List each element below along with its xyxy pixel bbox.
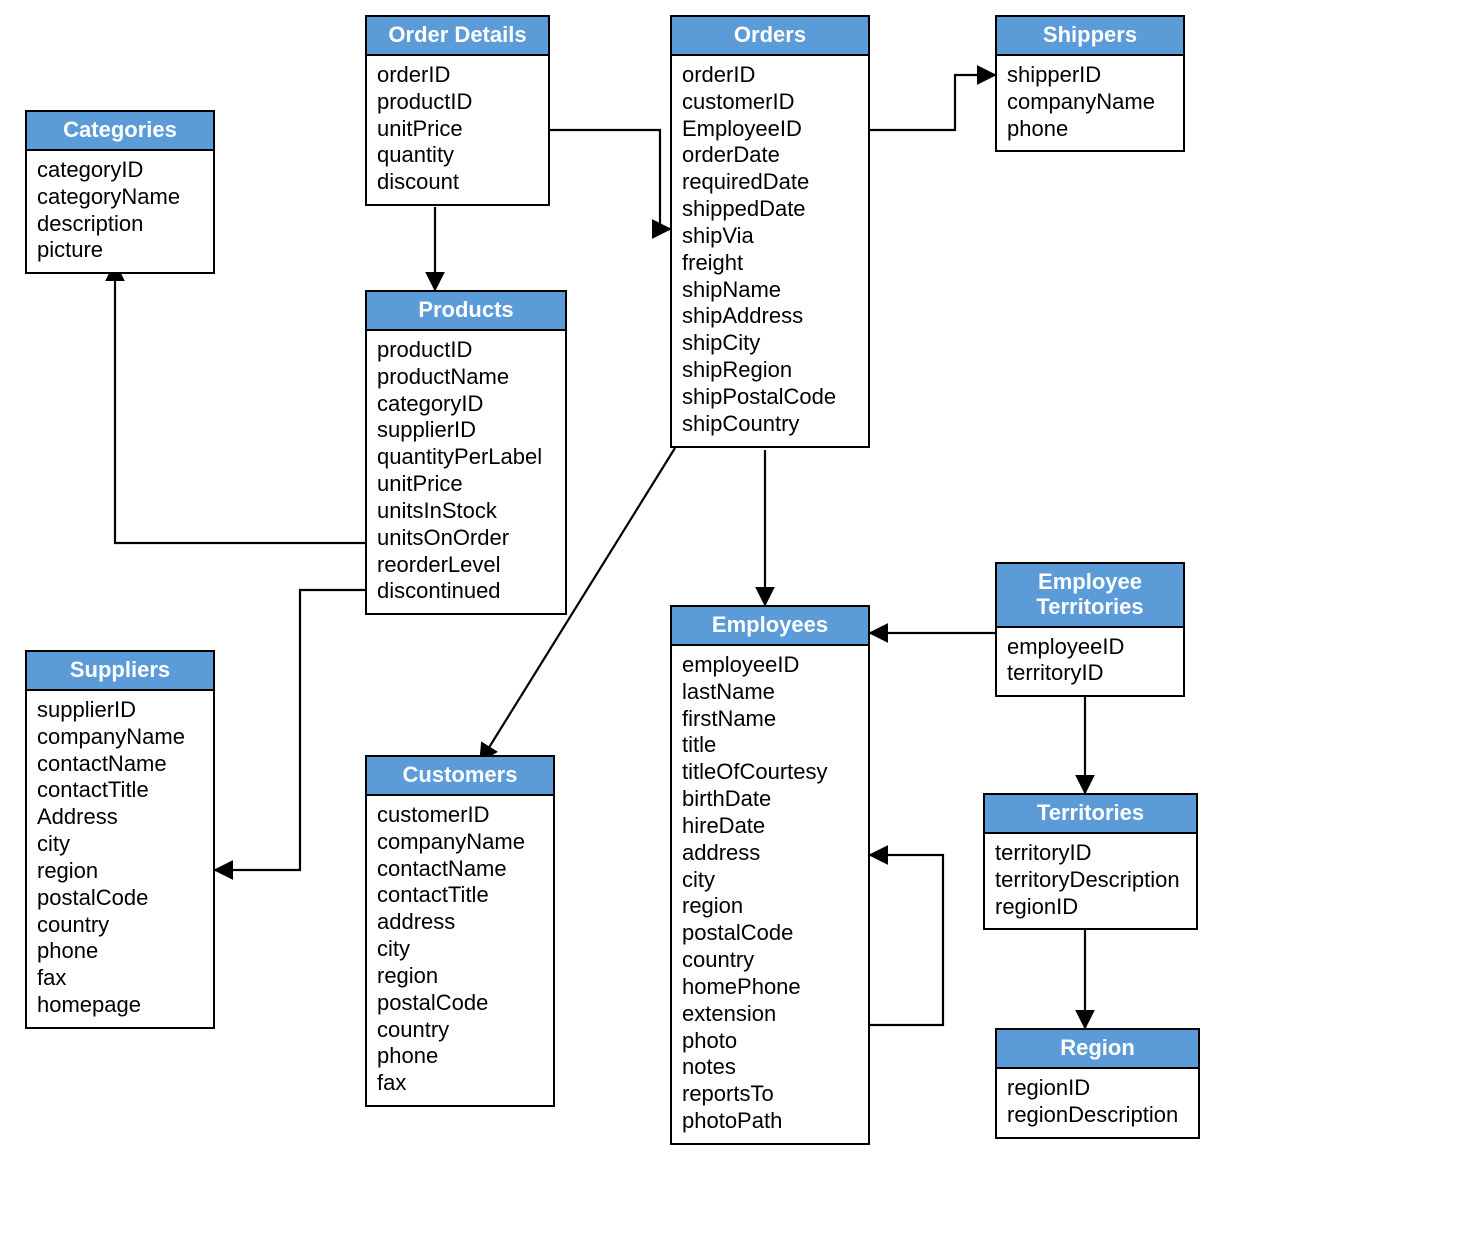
entity-employee-territories: Employee Territories employeeID territor… [995, 562, 1185, 697]
entity-employees: Employees employeeID lastName firstName … [670, 605, 870, 1145]
entity-customers: Customers customerID companyName contact… [365, 755, 555, 1107]
entity-header-order-details: Order Details [367, 17, 548, 56]
connector-employees-selfref [870, 855, 943, 1025]
entity-order-details: Order Details orderID productID unitPric… [365, 15, 550, 206]
connector-products-to-categories [115, 263, 365, 543]
entity-header-shippers: Shippers [997, 17, 1183, 56]
entity-body-employees: employeeID lastName firstName title titl… [672, 646, 868, 1143]
entity-body-order-details: orderID productID unitPrice quantity dis… [367, 56, 548, 204]
entity-body-region: regionID regionDescription [997, 1069, 1198, 1137]
entity-header-suppliers: Suppliers [27, 652, 213, 691]
entity-body-products: productID productName categoryID supplie… [367, 331, 565, 613]
entity-header-categories: Categories [27, 112, 213, 151]
entity-body-employee-territories: employeeID territoryID [997, 628, 1183, 696]
connector-orders-to-shippers [870, 75, 995, 130]
entity-suppliers: Suppliers supplierID companyName contact… [25, 650, 215, 1029]
entity-body-customers: customerID companyName contactName conta… [367, 796, 553, 1105]
entity-products: Products productID productName categoryI… [365, 290, 567, 615]
entity-header-products: Products [367, 292, 565, 331]
entity-body-shippers: shipperID companyName phone [997, 56, 1183, 150]
entity-header-region: Region [997, 1030, 1198, 1069]
connector-orderdetails-to-orders [550, 130, 670, 229]
entity-header-territories: Territories [985, 795, 1196, 834]
er-diagram-canvas: Categories categoryID categoryName descr… [0, 0, 1477, 1235]
entity-region: Region regionID regionDescription [995, 1028, 1200, 1139]
entity-header-employees: Employees [672, 607, 868, 646]
entity-header-orders: Orders [672, 17, 868, 56]
entity-body-territories: territoryID territoryDescription regionI… [985, 834, 1196, 928]
entity-categories: Categories categoryID categoryName descr… [25, 110, 215, 274]
entity-header-employee-territories: Employee Territories [997, 564, 1183, 628]
entity-body-suppliers: supplierID companyName contactName conta… [27, 691, 213, 1027]
entity-body-categories: categoryID categoryName description pict… [27, 151, 213, 272]
entity-body-orders: orderID customerID EmployeeID orderDate … [672, 56, 868, 446]
entity-header-customers: Customers [367, 757, 553, 796]
entity-territories: Territories territoryID territoryDescrip… [983, 793, 1198, 930]
entity-shippers: Shippers shipperID companyName phone [995, 15, 1185, 152]
entity-orders: Orders orderID customerID EmployeeID ord… [670, 15, 870, 448]
connector-products-to-suppliers [215, 590, 365, 870]
